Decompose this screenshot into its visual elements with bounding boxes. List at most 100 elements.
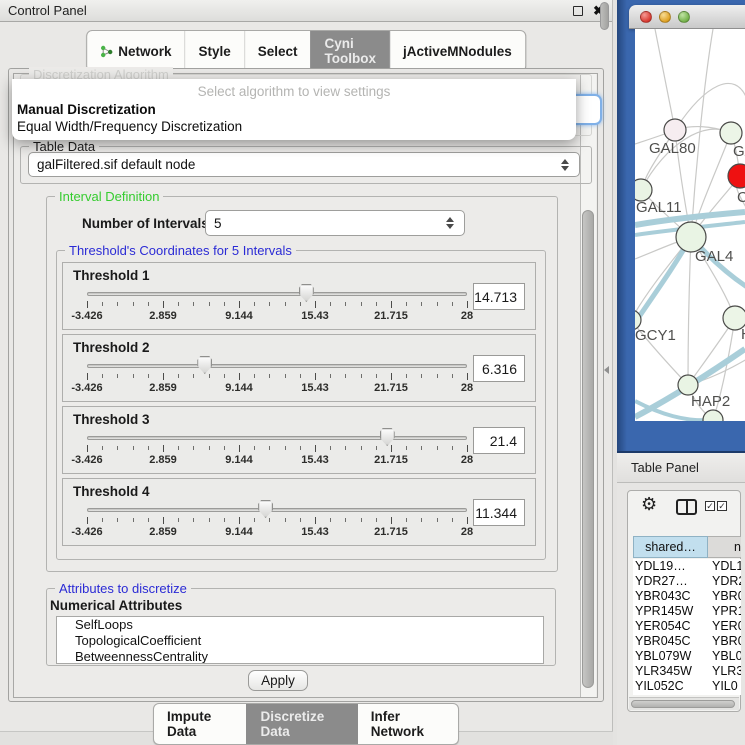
control-panel: Control Panel ✖ Network Style (0, 0, 613, 745)
cell-name[interactable]: YPR1 (708, 604, 741, 619)
cell-shared-name[interactable]: YBR045C (633, 634, 708, 649)
threshold-4-slider-track[interactable] (87, 508, 467, 512)
threshold-1-slider-thumb[interactable] (299, 284, 314, 302)
network-view-canvas[interactable]: GAL80GACGAL11GAL4GCY1HHAP2 (635, 29, 745, 421)
threshold-4-label: Threshold 4 (73, 484, 150, 499)
table-data-combobox-value: galFiltered.sif default node (37, 157, 195, 172)
popup-item-equal-width-frequency[interactable]: Equal Width/Frequency Discretization (15, 119, 573, 135)
cell-shared-name[interactable]: YIL052C (633, 679, 708, 694)
slider-tick-labels: -3.4262.8599.14415.4321.71528 (63, 310, 535, 322)
zoom-light-icon[interactable] (678, 11, 690, 23)
numerical-attributes-list[interactable]: SelfLoopsTopologicalCoefficientBetweenne… (56, 616, 544, 664)
threshold-3-value-input[interactable]: 21.4 (473, 427, 525, 454)
table-row[interactable]: YBL079WYBL0 (633, 649, 741, 664)
cell-shared-name[interactable]: YBL079W (633, 649, 708, 664)
tab-select[interactable]: Select (244, 31, 311, 71)
threshold-2-slider-thumb[interactable] (197, 356, 212, 374)
select-none-icon[interactable]: ✓ (717, 501, 727, 511)
table-panel-titlebar: Table Panel (617, 453, 745, 483)
algorithm-placeholder-item[interactable]: Select algorithm to view settings (12, 84, 576, 99)
threshold-4-panel: Threshold 4 -3.4262.8599.14415.4321.7152… (62, 478, 536, 546)
cell-shared-name[interactable]: YER054C (633, 619, 708, 634)
slider-tick-marks (63, 445, 535, 453)
cell-shared-name[interactable]: YDL19… (633, 559, 708, 574)
slider-tick-marks (63, 301, 535, 309)
threshold-3-slider-thumb[interactable] (380, 428, 395, 446)
cell-name[interactable]: YBR0 (708, 634, 741, 649)
float-icon[interactable] (573, 6, 583, 16)
cell-shared-name[interactable]: YPR145W (633, 604, 708, 619)
viewport-scrollbar-thumb[interactable] (582, 210, 594, 688)
network-node-ga[interactable] (720, 122, 742, 144)
threshold-4-value-input[interactable]: 11.344 (473, 499, 525, 526)
threshold-1-label: Threshold 1 (73, 268, 150, 283)
cell-name[interactable]: YDL1 (708, 559, 741, 574)
apply-button[interactable]: Apply (248, 670, 308, 691)
control-panel-title: Control Panel (8, 3, 87, 18)
network-node[interactable] (703, 410, 723, 421)
node-label: C (737, 189, 745, 206)
cyni-bottom-tabbar: Impute Data Discretize Data Infer Networ… (153, 703, 459, 745)
table-row[interactable]: YDR27…YDR2 (633, 574, 741, 589)
table-row[interactable]: YER054CYER0 (633, 619, 741, 634)
cell-name[interactable]: YIL0 (708, 679, 741, 694)
attributes-list-scrollbar-thumb[interactable] (600, 2, 609, 30)
threshold-2-value-input[interactable]: 6.316 (473, 355, 525, 382)
attribute-list-item[interactable]: BetweennessCentrality (57, 649, 543, 664)
number-of-intervals-combobox[interactable]: 5 (205, 210, 465, 236)
select-all-icon[interactable]: ✓ (705, 501, 715, 511)
network-node-hap2[interactable] (678, 375, 698, 395)
network-window-titlebar[interactable] (629, 5, 745, 29)
cell-name[interactable]: YLR3 (708, 664, 741, 679)
threshold-1-value-input[interactable]: 14.713 (473, 283, 525, 310)
table-row[interactable]: YDL19…YDL1 (633, 559, 741, 574)
table-row[interactable]: YLR345WYLR3 (633, 664, 741, 679)
attribute-list-item[interactable]: TopologicalCoefficient (57, 633, 543, 649)
table-row[interactable]: YIL052CYIL0 (633, 679, 741, 694)
thresholds-coordinates-label: Threshold's Coordinates for 5 Intervals (65, 243, 296, 258)
cell-name[interactable]: YBR0 (708, 589, 741, 604)
threshold-3-slider-track[interactable] (87, 436, 467, 440)
tab-impute-data[interactable]: Impute Data (154, 704, 246, 744)
tab-discretize-data[interactable]: Discretize Data (246, 704, 356, 744)
tab-cyni-toolbox[interactable]: Cyni Toolbox (311, 31, 389, 71)
slider-tick-marks (63, 517, 535, 525)
panel-divider-grip[interactable] (604, 366, 609, 374)
threshold-1-slider-track[interactable] (87, 292, 467, 296)
attribute-list-item[interactable]: SelfLoops (57, 617, 543, 633)
tab-infer-network[interactable]: Infer Network (357, 704, 458, 744)
node-label: HAP2 (691, 393, 730, 410)
network-node-gal80[interactable] (664, 119, 686, 141)
tab-network[interactable]: Network (87, 31, 184, 71)
cell-shared-name[interactable]: YBR043C (633, 589, 708, 604)
tab-network-label: Network (118, 44, 171, 59)
threshold-4-slider-thumb[interactable] (258, 500, 273, 518)
application-window: Control Panel ✖ Network Style (0, 0, 745, 745)
attributes-to-discretize-label: Attributes to discretize (55, 581, 191, 596)
table-hscrollbar-thumb[interactable] (631, 700, 735, 708)
node-table-rows[interactable]: YDL19…YDL1YDR27…YDR2YBR043CYBR0YPR145WYP… (633, 559, 741, 695)
cell-shared-name[interactable]: YDR27… (633, 574, 708, 589)
minimize-light-icon[interactable] (659, 11, 671, 23)
cell-name[interactable]: YER0 (708, 619, 741, 634)
table-row[interactable]: YBR045CYBR0 (633, 634, 741, 649)
cell-name[interactable]: YBL0 (708, 649, 741, 664)
tab-jactivemnodules[interactable]: jActiveMNodules (389, 31, 525, 71)
threshold-3-label: Threshold 3 (73, 412, 150, 427)
network-node-gal11[interactable] (635, 179, 652, 201)
network-node-c[interactable] (728, 164, 745, 188)
split-columns-icon[interactable] (676, 499, 697, 515)
column-header-shared[interactable]: shared… (633, 536, 708, 558)
control-panel-titlebar: Control Panel ✖ (0, 0, 612, 22)
column-header-name[interactable]: na (708, 536, 741, 558)
table-row[interactable]: YPR145WYPR1 (633, 604, 741, 619)
close-light-icon[interactable] (640, 11, 652, 23)
gear-icon[interactable]: ⚙ (641, 495, 657, 513)
cell-name[interactable]: YDR2 (708, 574, 741, 589)
table-data-combobox[interactable]: galFiltered.sif default node (28, 152, 580, 177)
threshold-2-slider-track[interactable] (87, 364, 467, 368)
tab-style[interactable]: Style (184, 31, 243, 71)
table-row[interactable]: YBR043CYBR0 (633, 589, 741, 604)
popup-item-manual-discretization[interactable]: Manual Discretization (15, 102, 573, 118)
cell-shared-name[interactable]: YLR345W (633, 664, 708, 679)
